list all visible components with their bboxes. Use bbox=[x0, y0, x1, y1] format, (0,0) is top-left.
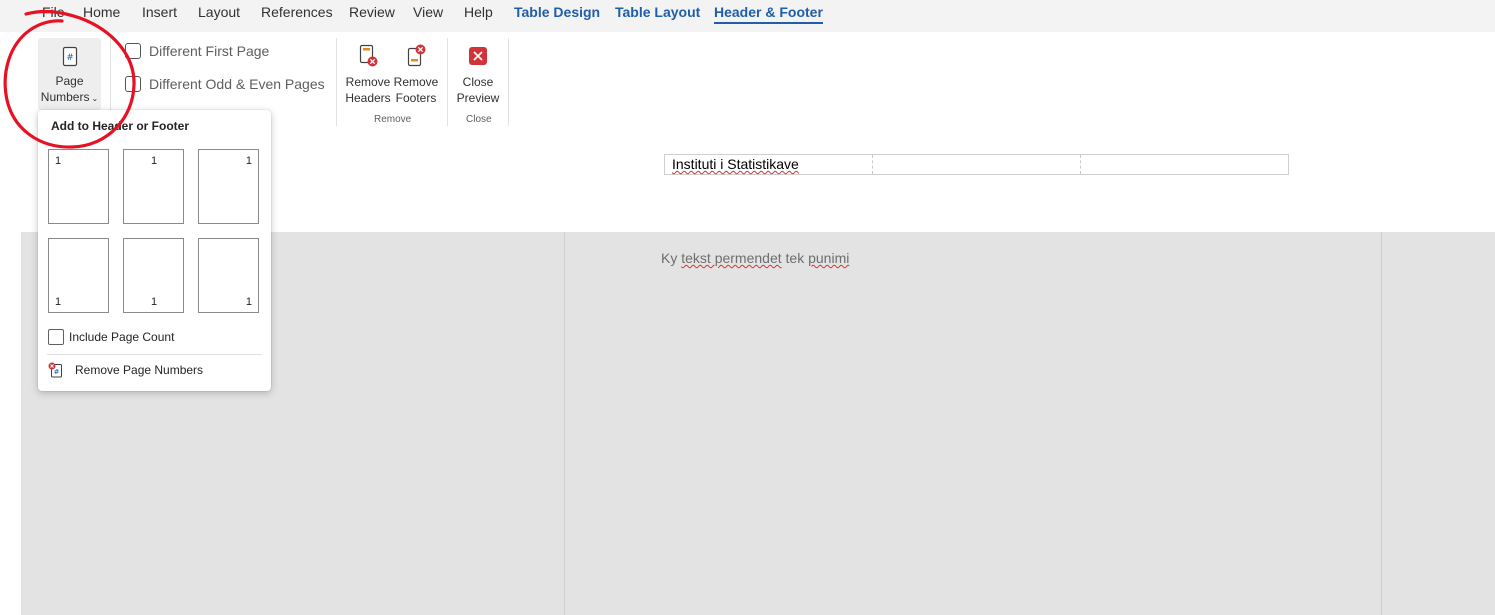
remove-page-number-icon: # bbox=[48, 362, 64, 378]
checkbox-box bbox=[48, 329, 64, 345]
header-text[interactable]: Instituti i Statistikave bbox=[672, 156, 799, 172]
checkbox-box bbox=[125, 76, 141, 92]
remove-headers-label-1: Remove bbox=[345, 75, 391, 89]
remove-header-icon bbox=[357, 44, 379, 68]
page-number-top-left[interactable]: 1 bbox=[48, 149, 109, 224]
different-odd-even-checkbox[interactable]: Different Odd & Even Pages bbox=[125, 76, 325, 92]
tab-header-footer[interactable]: Header & Footer bbox=[714, 4, 823, 24]
tab-help[interactable]: Help bbox=[464, 4, 493, 24]
tab-review[interactable]: Review bbox=[349, 4, 395, 24]
tab-home[interactable]: Home bbox=[83, 4, 120, 24]
close-preview-label-2: Preview bbox=[456, 91, 500, 105]
tab-table-design[interactable]: Table Design bbox=[514, 4, 600, 24]
page-number-bottom-right[interactable]: 1 bbox=[198, 238, 259, 313]
different-first-page-label: Different First Page bbox=[149, 43, 270, 59]
remove-footers-button[interactable]: Remove Footers bbox=[393, 44, 439, 106]
body-word: tekst permendet bbox=[681, 250, 782, 266]
close-preview-button[interactable]: Close Preview bbox=[455, 44, 501, 106]
include-page-count-label: Include Page Count bbox=[69, 330, 175, 344]
svg-text:#: # bbox=[66, 53, 74, 63]
header-table[interactable]: Instituti i Statistikave bbox=[664, 154, 1289, 175]
tab-layout[interactable]: Layout bbox=[198, 4, 240, 24]
different-first-page-checkbox[interactable]: Different First Page bbox=[125, 43, 269, 59]
checkbox-box bbox=[125, 43, 141, 59]
page-number-top-right[interactable]: 1 bbox=[198, 149, 259, 224]
ribbon-separator bbox=[447, 38, 448, 126]
cell-divider bbox=[1080, 155, 1081, 174]
close-group-label: Close bbox=[466, 114, 492, 125]
body-word: punimi bbox=[808, 250, 850, 266]
chevron-down-icon: ⌄ bbox=[91, 94, 99, 103]
page-number-sample: 1 bbox=[245, 296, 252, 308]
page-number-icon: # bbox=[60, 46, 80, 68]
tab-view[interactable]: View bbox=[413, 4, 443, 24]
page-number-sample: 1 bbox=[151, 155, 158, 167]
remove-footers-label-2: Footers bbox=[395, 91, 437, 105]
body-word: Ky bbox=[661, 250, 678, 266]
page-edge bbox=[1381, 232, 1382, 615]
tab-insert[interactable]: Insert bbox=[142, 4, 177, 24]
menu-divider bbox=[47, 354, 262, 355]
remove-headers-label-2: Headers bbox=[345, 91, 391, 105]
ribbon-separator bbox=[508, 38, 509, 126]
page-numbers-button[interactable]: # Page Numbers ⌄ bbox=[38, 38, 101, 110]
tab-file[interactable]: File bbox=[42, 4, 65, 24]
svg-text:#: # bbox=[54, 368, 60, 376]
different-odd-even-label: Different Odd & Even Pages bbox=[149, 76, 325, 92]
page-numbers-label-2: Numbers ⌄ bbox=[40, 90, 99, 104]
page-number-bottom-center[interactable]: 1 bbox=[123, 238, 184, 313]
remove-page-numbers-label: Remove Page Numbers bbox=[75, 363, 204, 377]
page-number-sample: 1 bbox=[245, 155, 252, 167]
remove-headers-button[interactable]: Remove Headers bbox=[345, 44, 391, 106]
dropdown-title: Add to Header or Footer bbox=[51, 119, 190, 133]
tab-table-layout[interactable]: Table Layout bbox=[615, 4, 700, 24]
close-icon bbox=[467, 44, 489, 68]
remove-footer-icon bbox=[405, 44, 427, 68]
remove-group-label: Remove bbox=[374, 114, 412, 125]
body-word: tek bbox=[785, 250, 805, 266]
page-number-sample: 1 bbox=[55, 155, 62, 167]
close-preview-label-1: Close bbox=[462, 75, 494, 89]
page-numbers-dropdown: Add to Header or Footer 1 1 1 1 1 1 Incl… bbox=[38, 110, 271, 391]
page-edge bbox=[564, 232, 565, 615]
menu-bar: File Home Insert Layout References Revie… bbox=[0, 0, 1495, 32]
remove-footers-label-1: Remove bbox=[393, 75, 439, 89]
remove-page-numbers-item[interactable]: # Remove Page Numbers bbox=[48, 362, 203, 378]
tab-references[interactable]: References bbox=[261, 4, 333, 24]
page-number-top-center[interactable]: 1 bbox=[123, 149, 184, 224]
page-number-sample: 1 bbox=[151, 296, 158, 308]
ribbon-separator bbox=[336, 38, 337, 126]
cell-divider bbox=[872, 155, 873, 174]
page-number-sample: 1 bbox=[55, 296, 62, 308]
body-text[interactable]: Ky tekst permendet tek punimi bbox=[661, 250, 849, 266]
include-page-count-checkbox[interactable]: Include Page Count bbox=[48, 329, 174, 345]
page-numbers-label-1: Page bbox=[55, 74, 84, 88]
page-number-bottom-left[interactable]: 1 bbox=[48, 238, 109, 313]
